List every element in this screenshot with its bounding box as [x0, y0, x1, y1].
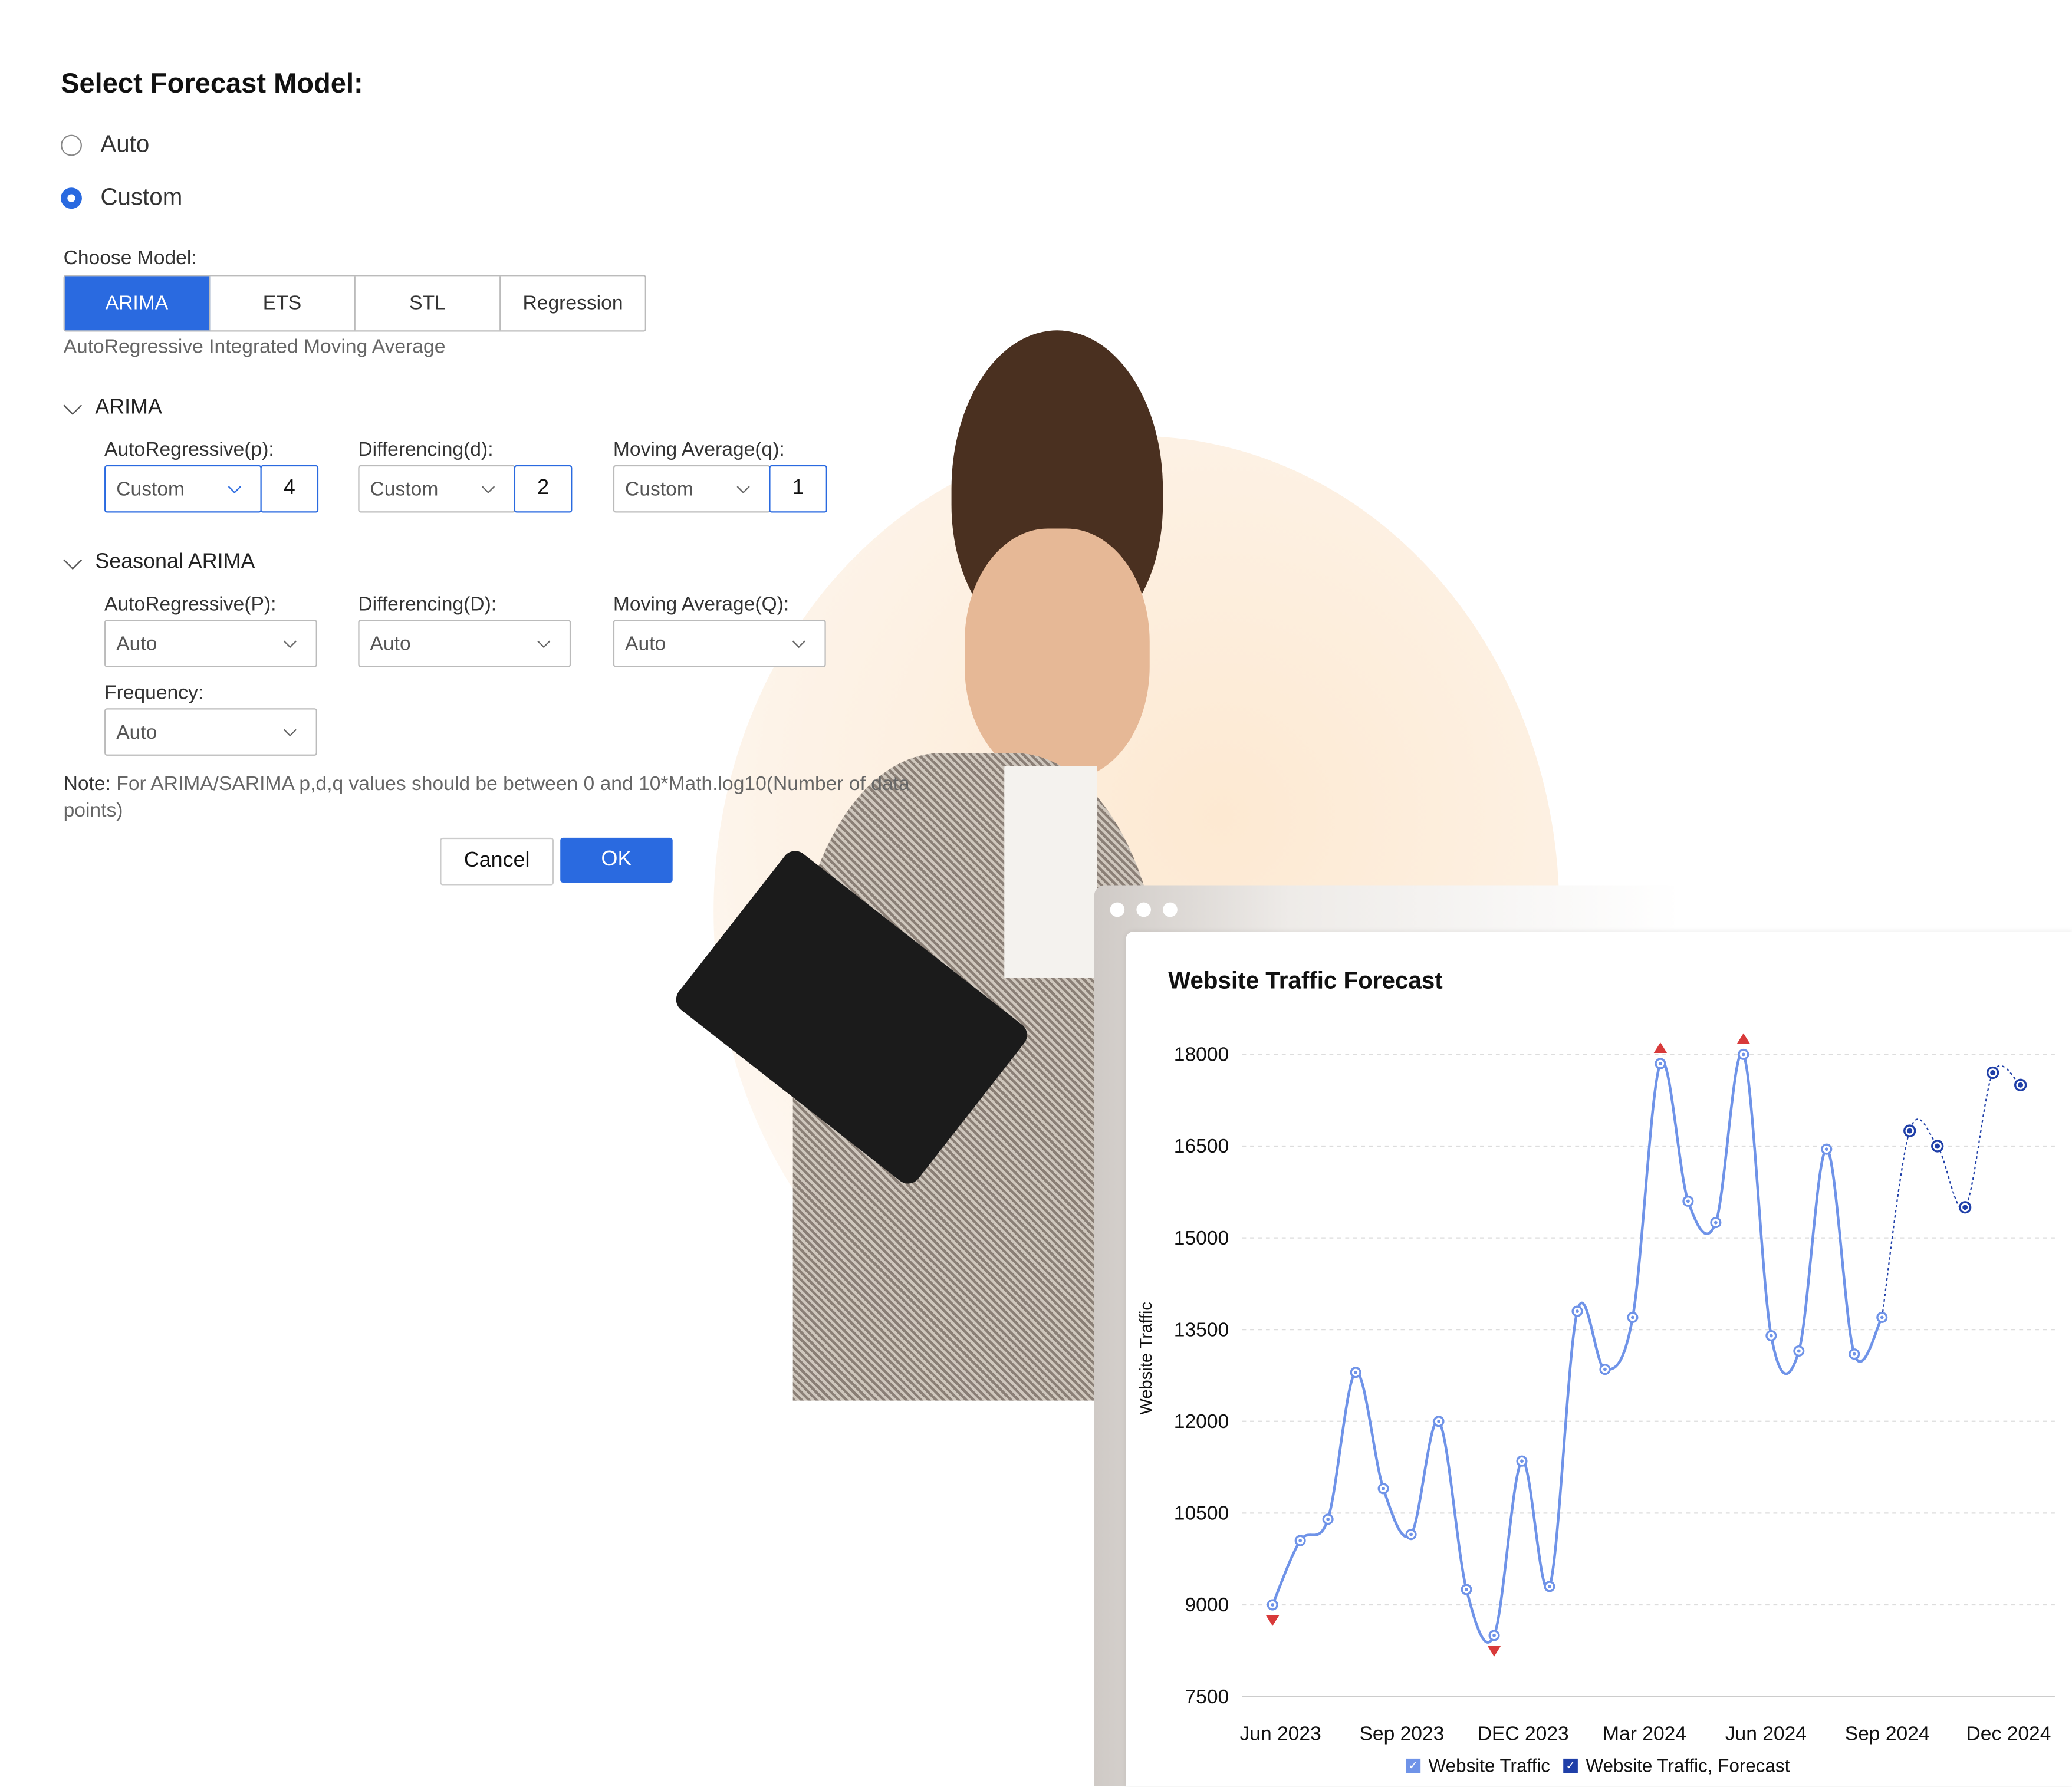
y-tick-label: 9000 — [1185, 1594, 1229, 1616]
y-axis-label: Website Traffic — [1136, 1302, 1156, 1415]
data-point-center — [1465, 1588, 1468, 1591]
forecast-point-center — [2018, 1082, 2024, 1088]
data-point-center — [1713, 1220, 1718, 1225]
data-point-center — [1382, 1486, 1386, 1490]
legend-item[interactable]: Website Traffic — [1429, 1755, 1550, 1776]
data-point-center — [1520, 1459, 1524, 1463]
x-tick-label: Jun 2024 — [1725, 1723, 1807, 1745]
anomaly-low-marker — [1487, 1646, 1501, 1657]
x-tick-label: Jun 2023 — [1239, 1723, 1321, 1745]
y-tick-label: 12000 — [1174, 1411, 1229, 1433]
data-point-center — [1797, 1349, 1801, 1353]
data-point-center — [1437, 1419, 1440, 1423]
checkbox-checked-icon[interactable]: ✓ — [1406, 1758, 1421, 1773]
y-tick-label: 18000 — [1174, 1044, 1229, 1066]
data-point-center — [1271, 1603, 1275, 1607]
data-point-center — [1741, 1052, 1745, 1057]
forecast-point-center — [1962, 1205, 1968, 1210]
y-tick-label: 16500 — [1174, 1136, 1229, 1157]
data-point-center — [1852, 1352, 1856, 1356]
y-tick-label: 7500 — [1185, 1686, 1229, 1708]
y-tick-label: 10500 — [1174, 1503, 1229, 1525]
x-tick-label: Dec 2024 — [1966, 1723, 2051, 1745]
legend: ✓ Website Traffic ✓ Website Traffic, For… — [1406, 1755, 1790, 1776]
checkbox-checked-icon[interactable]: ✓ — [1563, 1758, 1578, 1773]
data-point-center — [1354, 1370, 1358, 1374]
data-point-center — [1548, 1584, 1551, 1588]
data-point-center — [1326, 1517, 1330, 1521]
anomaly-high-marker — [1653, 1042, 1668, 1054]
data-point-center — [1298, 1539, 1303, 1542]
forecast-point-center — [1935, 1143, 1941, 1149]
x-tick-label: DEC 2023 — [1478, 1723, 1569, 1745]
x-tick-label: Mar 2024 — [1603, 1723, 1686, 1745]
forecast-point-center — [1907, 1128, 1913, 1134]
data-point-center — [1631, 1315, 1634, 1319]
series-line-forecast — [1881, 1065, 2021, 1318]
data-point-center — [1658, 1062, 1662, 1065]
line-chart: 18000 16500 15000 13500 12000 10500 9000 7500 Ju… — [1174, 1033, 2055, 1745]
anomaly-high-marker — [1736, 1033, 1751, 1044]
data-point-center — [1576, 1309, 1579, 1313]
data-point-center — [1769, 1334, 1773, 1338]
data-point-center — [1603, 1367, 1607, 1371]
y-tick-label: 15000 — [1174, 1227, 1229, 1249]
y-tick-label: 13500 — [1174, 1319, 1229, 1341]
anomaly-low-marker — [1265, 1615, 1280, 1626]
data-point-center — [1686, 1199, 1690, 1203]
legend-item[interactable]: Website Traffic, Forecast — [1586, 1755, 1790, 1776]
series-line-website-traffic — [1271, 1051, 1883, 1644]
data-point-center — [1880, 1315, 1884, 1319]
page: Select Forecast Model: Auto Custom Choos… — [0, 0, 2072, 1786]
x-tick-label: Sep 2024 — [1845, 1723, 1930, 1745]
data-point-center — [1492, 1633, 1496, 1637]
forecast-point-center — [1990, 1070, 1996, 1075]
data-point-center — [1409, 1532, 1413, 1536]
data-point-center — [1824, 1147, 1828, 1151]
x-tick-label: Sep 2023 — [1359, 1723, 1444, 1745]
